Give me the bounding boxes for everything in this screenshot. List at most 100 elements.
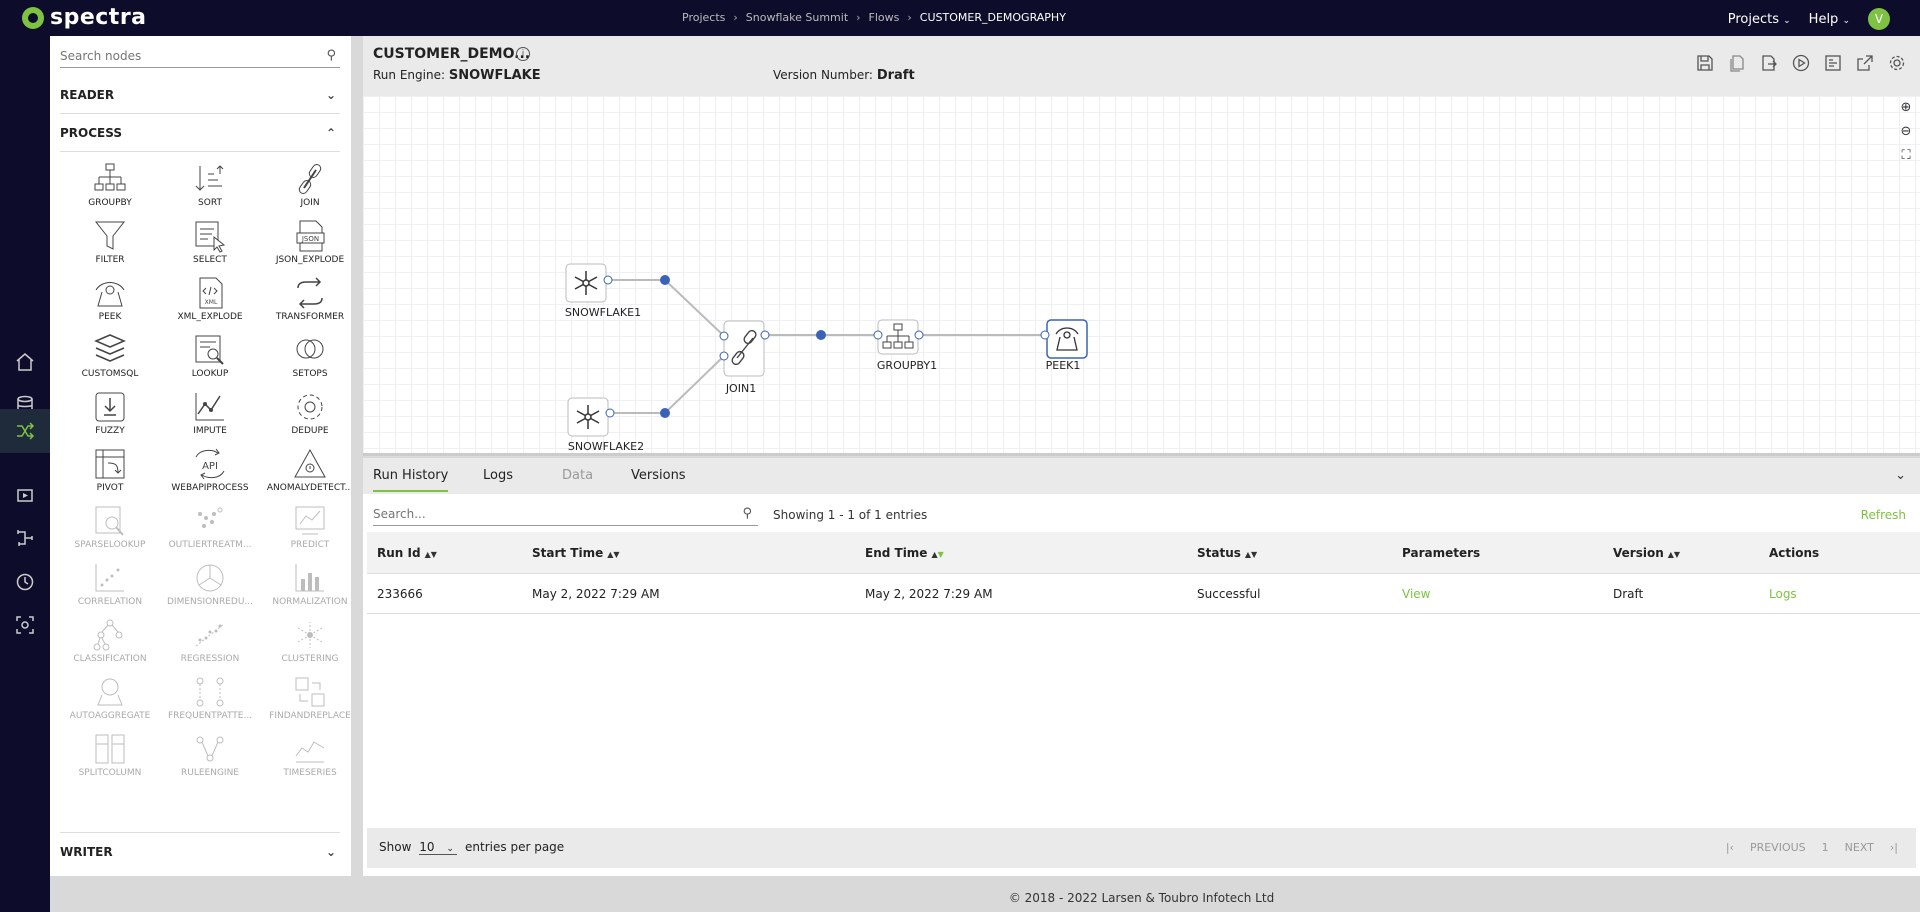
pipeline-icon[interactable] <box>0 518 50 558</box>
node-classification[interactable]: CLASSIFICATION <box>60 618 160 674</box>
output-port[interactable] <box>603 275 613 285</box>
node-dimensionreduction[interactable]: DIMENSIONREDU... <box>160 561 260 617</box>
edge-snowflake2-join1[interactable] <box>610 355 725 414</box>
output-port[interactable] <box>914 330 924 340</box>
node-sparselookup[interactable]: SPARSELOOKUP <box>60 504 160 560</box>
node-json-explode[interactable]: JSON JSON_EXPLODE <box>260 219 350 275</box>
node-predict[interactable]: PREDICT <box>260 504 350 560</box>
flow-canvas[interactable]: ⊕ ⊖ ⛶ SNOWFLAKE1 SNOWFLAKE2 JOIN1 GROUPB… <box>363 96 1920 456</box>
share-icon[interactable] <box>1856 54 1874 72</box>
node-regression[interactable]: REGRESSION <box>160 618 260 674</box>
node-frequentpattern[interactable]: FREQUENTPATTE... <box>160 675 260 731</box>
node-xml-explode[interactable]: XML XML_EXPLODE <box>160 276 260 332</box>
node-webapiprocess[interactable]: API WEBAPIPROCESS <box>160 447 260 503</box>
projects-menu[interactable]: Projects ⌄ <box>1728 12 1791 27</box>
col-end-time[interactable]: End Time ▲▼ <box>865 546 944 560</box>
canvas-node-peek1[interactable]: PEEK1 <box>1040 319 1088 372</box>
tab-versions[interactable]: Versions <box>631 468 686 483</box>
node-impute[interactable]: IMPUTE <box>160 390 260 446</box>
node-groupby[interactable]: GROUPBY <box>60 162 160 218</box>
tab-data[interactable]: Data <box>562 468 593 483</box>
node-normalization[interactable]: NORMALIZATION <box>260 561 350 617</box>
view-logs-link[interactable]: Logs <box>1769 587 1797 601</box>
help-menu[interactable]: Help ⌄ <box>1809 12 1850 27</box>
node-filter[interactable]: FILTER <box>60 219 160 275</box>
section-reader[interactable]: READER ⌄ <box>60 76 340 114</box>
search-icon[interactable]: ⚲ <box>742 506 752 521</box>
col-version[interactable]: Version ▲▼ <box>1613 546 1680 560</box>
node-peek[interactable]: PEEK <box>60 276 160 332</box>
node-sort[interactable]: SORT <box>160 162 260 218</box>
canvas-node-join1[interactable]: JOIN1 <box>719 320 770 395</box>
canvas-node-snowflake2[interactable]: SNOWFLAKE2 <box>567 397 644 453</box>
output-port[interactable] <box>760 330 770 340</box>
node-clustering[interactable]: CLUSTERING <box>260 618 350 674</box>
input-port[interactable] <box>873 330 883 340</box>
monitor-icon[interactable] <box>0 605 50 645</box>
save-icon[interactable] <box>1696 54 1714 72</box>
node-lookup[interactable]: LOOKUP <box>160 333 260 389</box>
node-findandreplace[interactable]: FINDANDREPLACE <box>260 675 350 731</box>
output-port[interactable] <box>605 408 615 418</box>
section-writer[interactable]: WRITER ⌄ <box>60 832 340 870</box>
breadcrumb-flows[interactable]: Flows <box>869 11 900 24</box>
info-icon[interactable]: i <box>516 47 530 61</box>
spectra-logo[interactable]: spectra <box>22 5 147 30</box>
history-icon[interactable] <box>0 562 50 602</box>
chevron-down-icon[interactable]: ⌄ <box>1895 468 1906 483</box>
node-customsql[interactable]: CUSTOMSQL <box>60 333 160 389</box>
node-outliertreatment[interactable]: OUTLIERTREATM... <box>160 504 260 560</box>
export-file-icon[interactable] <box>1760 54 1778 72</box>
col-status[interactable]: Status ▲▼ <box>1197 546 1257 560</box>
gear-icon[interactable] <box>1888 54 1906 72</box>
search-icon[interactable]: ⚲ <box>326 48 336 63</box>
run-icon[interactable] <box>1792 54 1810 72</box>
previous-page-button[interactable]: PREVIOUS <box>1750 841 1806 854</box>
run-history-search-input[interactable] <box>373 504 713 524</box>
flows-icon[interactable] <box>0 409 50 453</box>
sort-icon[interactable]: ▲▼ <box>1245 550 1257 559</box>
page-size-select[interactable]: 10 ⌄ <box>419 840 458 855</box>
node-select[interactable]: SELECT <box>160 219 260 275</box>
canvas-node-snowflake1[interactable]: SNOWFLAKE1 <box>565 263 641 319</box>
node-pivot[interactable]: PIVOT <box>60 447 160 503</box>
col-run-id[interactable]: Run Id ▲▼ <box>377 546 437 560</box>
sort-icon[interactable]: ▲▼ <box>425 550 437 559</box>
last-page-icon[interactable]: ›| <box>1890 841 1898 854</box>
copy-icon[interactable] <box>1728 54 1746 72</box>
tab-run-history[interactable]: Run History <box>373 468 449 492</box>
node-fuzzy[interactable]: FUZZY <box>60 390 160 446</box>
input-port[interactable] <box>1040 330 1050 340</box>
sort-icon[interactable]: ▲▼ <box>1668 550 1680 559</box>
next-page-button[interactable]: NEXT <box>1845 841 1874 854</box>
edge-handle[interactable] <box>660 275 670 285</box>
breadcrumb-project[interactable]: Snowflake Summit <box>746 11 848 24</box>
input-port[interactable] <box>719 331 729 341</box>
edge-handle[interactable] <box>660 408 670 418</box>
jobs-icon[interactable] <box>0 475 50 515</box>
node-join[interactable]: JOIN <box>260 162 350 218</box>
validate-icon[interactable] <box>1824 54 1842 72</box>
avatar[interactable]: V <box>1868 8 1890 30</box>
node-autoaggregate[interactable]: AUTOAGGREGATE <box>60 675 160 731</box>
node-splitcolumn[interactable]: SPLITCOLUMN <box>60 732 160 788</box>
breadcrumb-projects[interactable]: Projects <box>682 11 725 24</box>
node-timeseries[interactable]: TIMESERIES <box>260 732 350 788</box>
refresh-link[interactable]: Refresh <box>1861 508 1906 522</box>
view-parameters-link[interactable]: View <box>1402 587 1430 601</box>
node-correlation[interactable]: CORRELATION <box>60 561 160 617</box>
node-ruleengine[interactable]: RULEENGINE <box>160 732 260 788</box>
home-icon[interactable] <box>0 342 50 382</box>
node-search-input[interactable] <box>60 46 310 66</box>
sort-icon[interactable]: ▲▼ <box>931 550 943 559</box>
node-dedupe[interactable]: DEDUPE <box>260 390 350 446</box>
node-transformer[interactable]: TRANSFORMER <box>260 276 350 332</box>
edge-handle[interactable] <box>816 330 826 340</box>
section-process[interactable]: PROCESS ⌃ <box>60 114 340 152</box>
node-anomalydetect[interactable]: ANOMALYDETECT... <box>260 447 350 503</box>
input-port[interactable] <box>719 351 729 361</box>
tab-logs[interactable]: Logs <box>483 468 513 483</box>
canvas-node-groupby1[interactable]: GROUPBY1 <box>873 319 937 372</box>
node-setops[interactable]: SETOPS <box>260 333 350 389</box>
first-page-icon[interactable]: |‹ <box>1726 841 1734 854</box>
